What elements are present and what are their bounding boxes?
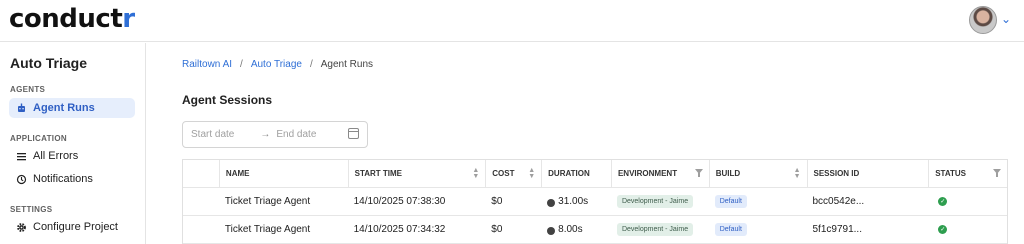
check-circle-icon: ✓ [938,197,948,206]
date-range-picker[interactable]: Start date → End date [182,121,368,148]
sidebar-item-notifications[interactable]: Notifications [9,169,135,189]
section-label-settings: SETTINGS [10,205,53,214]
logo-text: conduct [9,4,123,34]
cell-session-id[interactable]: 5f1c9791... [807,216,929,243]
list-icon [14,149,28,163]
page-title: Agent Sessions [182,93,273,107]
cell-session-id[interactable]: bcc0542e... [807,188,929,215]
start-date-input[interactable]: Start date [191,129,234,140]
agent-sessions-table: NAME START TIME ▲ ▼ COST ▲ ▼ DURATION ENVIRO… [182,159,1008,244]
column-label: NAME [225,169,250,178]
cell-duration: 31.00s [541,188,611,215]
column-label: SESSION ID [813,169,860,178]
environment-badge: Development - Jaime [616,223,694,236]
column-header-duration[interactable]: DURATION [541,160,611,187]
cell-name[interactable]: Ticket Triage Agent [219,188,348,215]
breadcrumb: Railtown AI / Auto Triage / Agent Runs [182,59,373,70]
timer-icon [547,198,556,207]
cell-status: ✓ [928,216,1007,243]
column-label: START TIME [354,169,403,178]
cell-start-time: 14/10/2025 07:38:30 [353,196,446,207]
breadcrumb-link-auto-triage[interactable]: Auto Triage [251,59,302,70]
sidebar-item-label: Agent Runs [33,102,95,114]
table-header: NAME START TIME ▲ ▼ COST ▲ ▼ DURATION ENVIRO… [183,160,1007,188]
arrow-right-icon: → [260,129,271,140]
column-header-start-time[interactable]: START TIME ▲ ▼ [347,160,486,187]
column-label: BUILD [715,169,741,178]
filter-icon[interactable] [694,169,703,177]
column-label: ENVIRONMENT [617,169,678,178]
build-badge: Default [714,195,747,208]
column-label: DURATION [548,169,590,178]
gear-icon [14,220,28,234]
breadcrumb-link-railtown-ai[interactable]: Railtown AI [182,59,232,70]
duration-value: 31.00s [558,196,589,207]
cell-environment: Development - Jaime [611,216,709,243]
breadcrumb-current: Agent Runs [320,59,374,70]
breadcrumb-separator: / [240,59,243,70]
filter-icon[interactable] [993,169,1002,177]
column-header-session-id[interactable]: SESSION ID [806,160,929,187]
column-header-name[interactable]: NAME [218,160,348,187]
table-row[interactable]: Ticket Triage Agent 14/10/2025 07:38:30 … [183,188,1007,216]
table-row[interactable]: Ticket Triage Agent 14/10/2025 07:34:32 … [183,216,1007,244]
select-column-header [183,160,219,187]
end-date-input[interactable]: End date [276,129,316,140]
sidebar-item-configure-project[interactable]: Configure Project [9,217,135,237]
cell-build: Default [709,216,807,243]
column-header-build[interactable]: BUILD ▲ ▼ [708,160,807,187]
logo-accent: r [122,4,135,34]
timer-icon [547,226,556,235]
sidebar: Auto Triage AGENTS Agent Runs APPLICATIO… [0,43,146,244]
sidebar-item-label: All Errors [33,150,79,162]
column-label: COST [492,169,515,178]
cell-cost: $0 [491,196,503,207]
environment-badge: Development - Jaime [616,195,694,208]
sidebar-item-label: Configure Project [33,221,118,233]
user-avatar[interactable] [969,6,997,34]
cell-status: ✓ [928,188,1007,215]
robot-icon [14,101,28,115]
cell-cost: $0 [491,224,503,235]
column-label: STATUS [935,169,967,178]
history-icon [14,172,28,186]
column-header-cost[interactable]: COST ▲ ▼ [485,160,541,187]
sort-icon[interactable]: ▲ ▼ [528,167,535,180]
check-circle-icon: ✓ [938,225,948,234]
top-bar: conductr ⌄ [0,0,1024,42]
project-title: Auto Triage [10,55,88,71]
sidebar-item-label: Notifications [33,173,93,185]
sidebar-item-all-errors[interactable]: All Errors [9,146,135,166]
calendar-icon[interactable] [348,128,359,139]
duration-value: 8.00s [558,224,583,235]
chevron-down-icon[interactable]: ⌄ [1001,12,1011,26]
app-logo[interactable]: conductr [9,4,135,34]
cell-name[interactable]: Ticket Triage Agent [219,216,348,243]
sort-icon[interactable]: ▲ ▼ [794,167,801,180]
breadcrumb-separator: / [309,59,313,70]
section-label-agents: AGENTS [10,85,46,94]
column-header-environment[interactable]: ENVIRONMENT [610,160,709,187]
cell-duration: 8.00s [541,216,611,243]
cell-start-time: 14/10/2025 07:34:32 [353,224,446,235]
cell-environment: Development - Jaime [611,188,709,215]
sort-icon[interactable]: ▲ ▼ [472,167,479,180]
column-header-status[interactable]: STATUS [928,160,1007,187]
build-badge: Default [714,223,747,236]
main-content: Railtown AI / Auto Triage / Agent Runs A… [147,43,1024,244]
sidebar-item-agent-runs[interactable]: Agent Runs [9,98,135,118]
cell-build: Default [709,188,807,215]
section-label-application: APPLICATION [10,134,67,143]
